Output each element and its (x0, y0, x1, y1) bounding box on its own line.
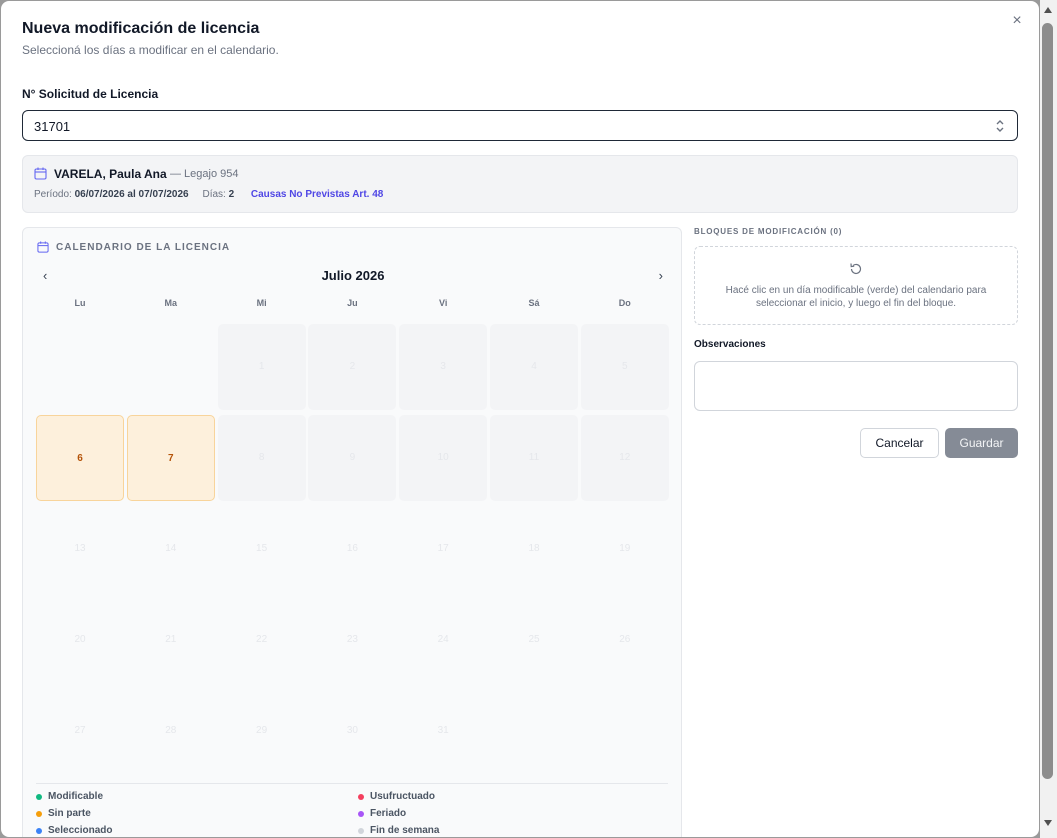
calendar-day-30[interactable]: 30 (308, 688, 396, 774)
legend-dot-icon (36, 827, 42, 834)
calendar-day-24[interactable]: 24 (399, 597, 487, 683)
modal-dialog: Nueva modificación de licencia Seleccion… (1, 1, 1039, 837)
legend-label: Feriado (370, 808, 407, 819)
calendar-day-19[interactable]: 19 (581, 506, 669, 592)
legend-label: Seleccionado (48, 825, 113, 836)
calendar-icon (34, 167, 47, 180)
days-value: 2 (228, 189, 235, 200)
blocks-title: BLOQUES DE MODIFICACIÓN (0) (694, 227, 843, 236)
request-number-select[interactable]: 31701 (22, 110, 1018, 141)
request-number-value: 31701 (34, 119, 71, 134)
legend-dot-icon (36, 793, 42, 800)
weekday-header: Lu Ma Mi Ju Vi Sá Do (36, 298, 672, 312)
legend-item: Sin parte (36, 808, 91, 819)
calendar-day-21[interactable]: 21 (127, 597, 215, 683)
calendar-day-26[interactable]: 26 (581, 597, 669, 683)
blocks-hint: Hacé clic en un día modificable (verde) … (725, 285, 987, 309)
calendar-day-20[interactable]: 20 (36, 597, 124, 683)
calendar-day-14[interactable]: 14 (127, 506, 215, 592)
calendar-day-6[interactable]: 6 (36, 415, 124, 501)
calendar-day-16[interactable]: 16 (308, 506, 396, 592)
legend-item: Usufructuado (358, 791, 435, 802)
weekday-label: Mi (256, 298, 267, 308)
calendar-day-25[interactable]: 25 (490, 597, 578, 683)
legend-dot-icon (358, 810, 364, 817)
calendar-panel: CALENDARIO DE LA LICENCIA ‹ Julio 2026 ›… (22, 227, 682, 837)
legend-dot-icon (358, 793, 364, 800)
calendar-day-11[interactable]: 11 (490, 415, 578, 501)
period-label: Período: (34, 189, 72, 200)
calendar-day-5[interactable]: 5 (580, 324, 669, 410)
scrollbar[interactable] (1040, 0, 1057, 838)
employee-legajo: — Legajo 954 (170, 168, 239, 180)
observations-field[interactable] (694, 361, 1018, 411)
calendar-day-23[interactable]: 23 (308, 597, 396, 683)
legend-item: Modificable (36, 791, 103, 802)
scroll-up-icon[interactable] (1044, 7, 1052, 13)
calendar-day-8[interactable]: 8 (217, 415, 306, 501)
modal-subtitle: Seleccioná los días a modificar en el ca… (22, 43, 279, 57)
legend-label: Modificable (48, 791, 104, 802)
period-row: Período: 06/07/2026 al 07/07/2026 Días: … (34, 189, 383, 200)
calendar-day-17[interactable]: 17 (399, 506, 487, 592)
month-navigation: ‹ Julio 2026 › (37, 266, 669, 286)
undo-icon (850, 263, 862, 275)
save-button[interactable]: Guardar (945, 428, 1018, 458)
calendar-day-3[interactable]: 3 (399, 324, 488, 410)
legend-dot-icon (358, 827, 364, 834)
scroll-down-icon[interactable] (1044, 820, 1052, 826)
calendar-day-1[interactable]: 1 (217, 324, 306, 410)
weekday-label: Vi (439, 298, 448, 308)
calendar-day-9[interactable]: 9 (308, 415, 397, 501)
month-label: Julio 2026 (321, 268, 385, 283)
employee-info-card: VARELA, Paula Ana — Legajo 954 Período: … (22, 155, 1018, 213)
calendar-day-10[interactable]: 10 (399, 415, 488, 501)
weekday-label: Ma (164, 298, 178, 308)
calendar-day-7[interactable]: 7 (126, 415, 215, 501)
blocks-empty-box: Hacé clic en un día modificable (verde) … (694, 246, 1018, 325)
calendar-day-28[interactable]: 28 (127, 688, 215, 774)
calendar-heading-text: CALENDARIO DE LA LICENCIA (56, 241, 231, 253)
legend-item: Fin de semana (358, 825, 439, 836)
period-value: 06/07/2026 al 07/07/2026 (74, 189, 189, 200)
calendar-day-2[interactable]: 2 (308, 324, 397, 410)
select-arrows-icon (996, 120, 1004, 132)
calendar-empty-cell (127, 324, 215, 410)
cancel-button[interactable]: Cancelar (860, 428, 939, 458)
calendar-day-27[interactable]: 27 (36, 688, 124, 774)
close-icon[interactable]: × (1008, 12, 1026, 30)
weekday-label: Do (618, 298, 631, 308)
observations-label: Observaciones (694, 339, 766, 350)
weekday-label: Lu (74, 298, 86, 308)
calendar-heading: CALENDARIO DE LA LICENCIA (37, 241, 230, 253)
calendar-day-29[interactable]: 29 (218, 688, 306, 774)
legend-item: Seleccionado (36, 825, 112, 836)
calendar-day-22[interactable]: 22 (218, 597, 306, 683)
legend-dot-icon (36, 810, 42, 817)
weekday-label: Sá (528, 298, 540, 308)
calendar-day-18[interactable]: 18 (490, 506, 578, 592)
modal-title: Nueva modificación de licencia (22, 20, 260, 37)
calendar-day-12[interactable]: 12 (580, 415, 669, 501)
calendar-legend: Modificable Sin parte Seleccionado Usufruct… (36, 783, 668, 836)
chevron-right-icon[interactable]: › (659, 268, 663, 283)
legend-label: Fin de semana (370, 825, 440, 836)
calendar-day-31[interactable]: 31 (399, 688, 487, 774)
calendar-day-13[interactable]: 13 (36, 506, 124, 592)
days-label: Días: (202, 189, 226, 200)
weekday-label: Ju (347, 298, 358, 308)
request-number-label: N° Solicitud de Licencia (22, 87, 159, 101)
calendar-empty-cell (36, 324, 124, 410)
scrollbar-thumb[interactable] (1042, 23, 1053, 779)
calendar-icon (37, 241, 49, 253)
employee-name: VARELA, Paula Ana (54, 167, 167, 181)
calendar-day-4[interactable]: 4 (490, 324, 578, 410)
legend-label: Sin parte (48, 808, 91, 819)
legend-label: Usufructuado (370, 791, 435, 802)
calendar-day-15[interactable]: 15 (218, 506, 306, 592)
leave-cause: Causas No Previstas Art. 48 (250, 189, 384, 200)
legend-item: Feriado (358, 808, 406, 819)
